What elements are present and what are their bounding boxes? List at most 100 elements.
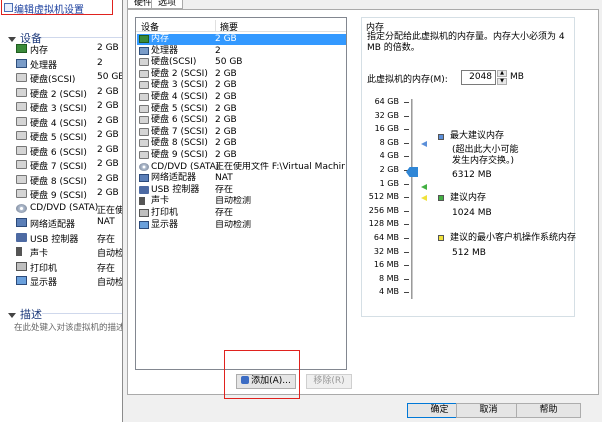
device-name: 硬盘(SCSI) (30, 75, 76, 85)
usb-icon (16, 232, 27, 242)
device-list-row[interactable]: 声卡 自动检测 (137, 196, 346, 207)
column-header-device[interactable]: 设备 (141, 20, 159, 33)
device-list-row[interactable]: 硬盘 7 (SCSI) 2 GB (137, 127, 346, 138)
device-list-row[interactable]: 显示器 自动检测 (137, 220, 346, 231)
slider-tick-label: 64 GB (374, 97, 399, 106)
processor-icon (139, 46, 149, 55)
device-name: 打印机 (151, 208, 179, 218)
hard-disk-icon (16, 160, 27, 169)
description-hint[interactable]: 在此处键入对该虚拟机的描述 (14, 321, 122, 333)
left-device-row[interactable]: 硬盘 8 (SCSI) 2 GB (14, 173, 122, 187)
device-list-row[interactable]: 硬盘 8 (SCSI) 2 GB (137, 138, 346, 149)
left-device-row[interactable]: 硬盘 9 (SCSI) 2 GB (14, 187, 122, 201)
device-name: 硬盘 4 (SCSI) (30, 118, 87, 129)
device-list-row[interactable]: 硬盘 5 (SCSI) 2 GB (137, 104, 346, 115)
device-value: NAT (97, 217, 115, 227)
recommended-legend-icon (438, 195, 444, 201)
divider (42, 37, 122, 38)
left-device-row[interactable]: USB 控制器 存在 (14, 231, 122, 245)
tab-options[interactable]: 选项 (151, 0, 184, 9)
spin-up-button[interactable]: ▲ (497, 70, 507, 77)
device-value: 存在 (97, 234, 116, 245)
left-device-row[interactable]: 处理器 2 (14, 57, 122, 71)
device-name: 硬盘(SCSI) (151, 57, 197, 68)
cancel-button[interactable]: 取消 (456, 403, 521, 418)
device-name: USB 控制器 (151, 184, 200, 195)
device-name: 硬盘 9 (SCSI) (30, 191, 87, 201)
slider-tick (404, 292, 409, 294)
memory-slider-track[interactable] (411, 99, 413, 299)
display-icon (139, 220, 149, 229)
device-list-row[interactable]: 网络适配器 NAT (137, 173, 346, 184)
max-recommended-marker (421, 141, 427, 147)
description-section-header[interactable]: 描述 (8, 306, 42, 322)
device-list-row[interactable]: 硬盘 6 (SCSI) 2 GB (137, 115, 346, 126)
device-list-row[interactable]: 硬盘 2 (SCSI) 2 GB (137, 69, 346, 80)
device-value: 2 GB (97, 130, 119, 140)
remove-hardware-button[interactable]: 移除(R) (306, 374, 352, 389)
left-device-row[interactable]: CD/DVD (SATA) 正在使 (14, 202, 122, 216)
device-list-row[interactable]: 打印机 存在 (137, 208, 346, 219)
hard-disk-icon (139, 93, 149, 101)
device-list-row[interactable]: 硬盘 4 (SCSI) 2 GB (137, 92, 346, 103)
left-device-row[interactable]: 硬盘 7 (SCSI) 2 GB (14, 158, 122, 172)
hard-disk-icon (139, 151, 149, 159)
left-device-row[interactable]: 硬盘 4 (SCSI) 2 GB (14, 115, 122, 129)
memory-icon (139, 35, 149, 43)
device-list-row[interactable]: CD/DVD (SATA)正在使用文件 F:\Virtual Machines.… (137, 162, 346, 173)
device-name: 硬盘 3 (SCSI) (151, 80, 208, 91)
device-list-row[interactable]: USB 控制器 存在 (137, 185, 346, 196)
device-name: 硬盘 6 (SCSI) (30, 147, 87, 158)
hard-disk-icon (139, 104, 149, 113)
help-button[interactable]: 帮助 (516, 403, 581, 418)
network-adapter-icon (16, 218, 27, 227)
hardware-device-list[interactable]: 设备 摘要 内存 2 GB 处理器 2 硬盘(SCSI) 50 GB 硬盘 2 (SCSI)… (135, 17, 347, 370)
device-name: 处理器 (30, 60, 58, 71)
slider-tick (404, 265, 409, 267)
slider-tick (404, 197, 409, 199)
collapse-icon (8, 36, 16, 42)
memory-size-input[interactable]: 2048 (461, 70, 496, 85)
slider-tick (404, 183, 409, 185)
slider-tick (404, 278, 409, 280)
left-device-row[interactable]: 显示器 自动检 (14, 274, 122, 288)
column-header-summary[interactable]: 摘要 (220, 20, 238, 33)
left-device-row[interactable]: 网络适配器 NAT (14, 216, 122, 230)
left-device-row[interactable]: 打印机 存在 (14, 260, 122, 274)
device-summary: 自动检测 (215, 196, 252, 207)
device-list-row[interactable]: 硬盘(SCSI) 50 GB (137, 57, 346, 68)
device-list-row[interactable]: 硬盘 3 (SCSI) 2 GB (137, 80, 346, 91)
left-device-row[interactable]: 硬盘(SCSI) 50 GB (14, 71, 122, 85)
max-recommended-label: 最大建议内存 (450, 131, 505, 141)
device-name: CD/DVD (SATA) (30, 202, 99, 213)
device-value: 50 GB (97, 72, 122, 82)
device-summary: 2 GB (215, 34, 237, 44)
left-device-row[interactable]: 硬盘 2 (SCSI) 2 GB (14, 86, 122, 100)
left-device-row[interactable]: 硬盘 3 (SCSI) 2 GB (14, 100, 122, 114)
spin-down-button[interactable]: ▼ (497, 78, 507, 85)
device-list-row[interactable]: 硬盘 9 (SCSI) 2 GB (137, 150, 346, 161)
left-device-row[interactable]: 声卡 自动检 (14, 245, 122, 259)
column-separator[interactable] (215, 20, 216, 31)
device-list-row[interactable]: 内存 2 GB (137, 34, 346, 45)
hard-disk-icon (16, 145, 27, 155)
device-value: 2 GB (97, 159, 119, 169)
device-value: 2 GB (97, 144, 119, 155)
min-guest-label: 建议的最小客户机操作系统内存 (450, 233, 577, 243)
device-value: 存在 (97, 263, 116, 274)
device-list-row[interactable]: 处理器 2 (137, 46, 346, 57)
slider-tick (404, 238, 409, 239)
device-name: 硬盘 2 (SCSI) (151, 68, 208, 79)
hardware-tab-pane: 设备 摘要 内存 2 GB 处理器 2 硬盘(SCSI) 50 GB 硬盘 2 (SCSI)… (127, 9, 599, 399)
left-device-row[interactable]: 硬盘 5 (SCSI) 2 GB (14, 129, 122, 143)
hard-disk-icon (139, 116, 149, 125)
device-name: 硬盘 5 (SCSI) (151, 103, 208, 114)
device-summary: 50 GB (215, 57, 243, 68)
highlight-box (1, 0, 113, 15)
max-recommended-value: 6312 MB (452, 170, 492, 180)
left-device-row[interactable]: 内存 2 GB (14, 42, 122, 56)
left-device-row[interactable]: 硬盘 6 (SCSI) 2 GB (14, 144, 122, 158)
device-value: 2 GB (97, 86, 119, 97)
sound-card-icon (139, 197, 149, 206)
recommended-value: 1024 MB (452, 208, 492, 218)
